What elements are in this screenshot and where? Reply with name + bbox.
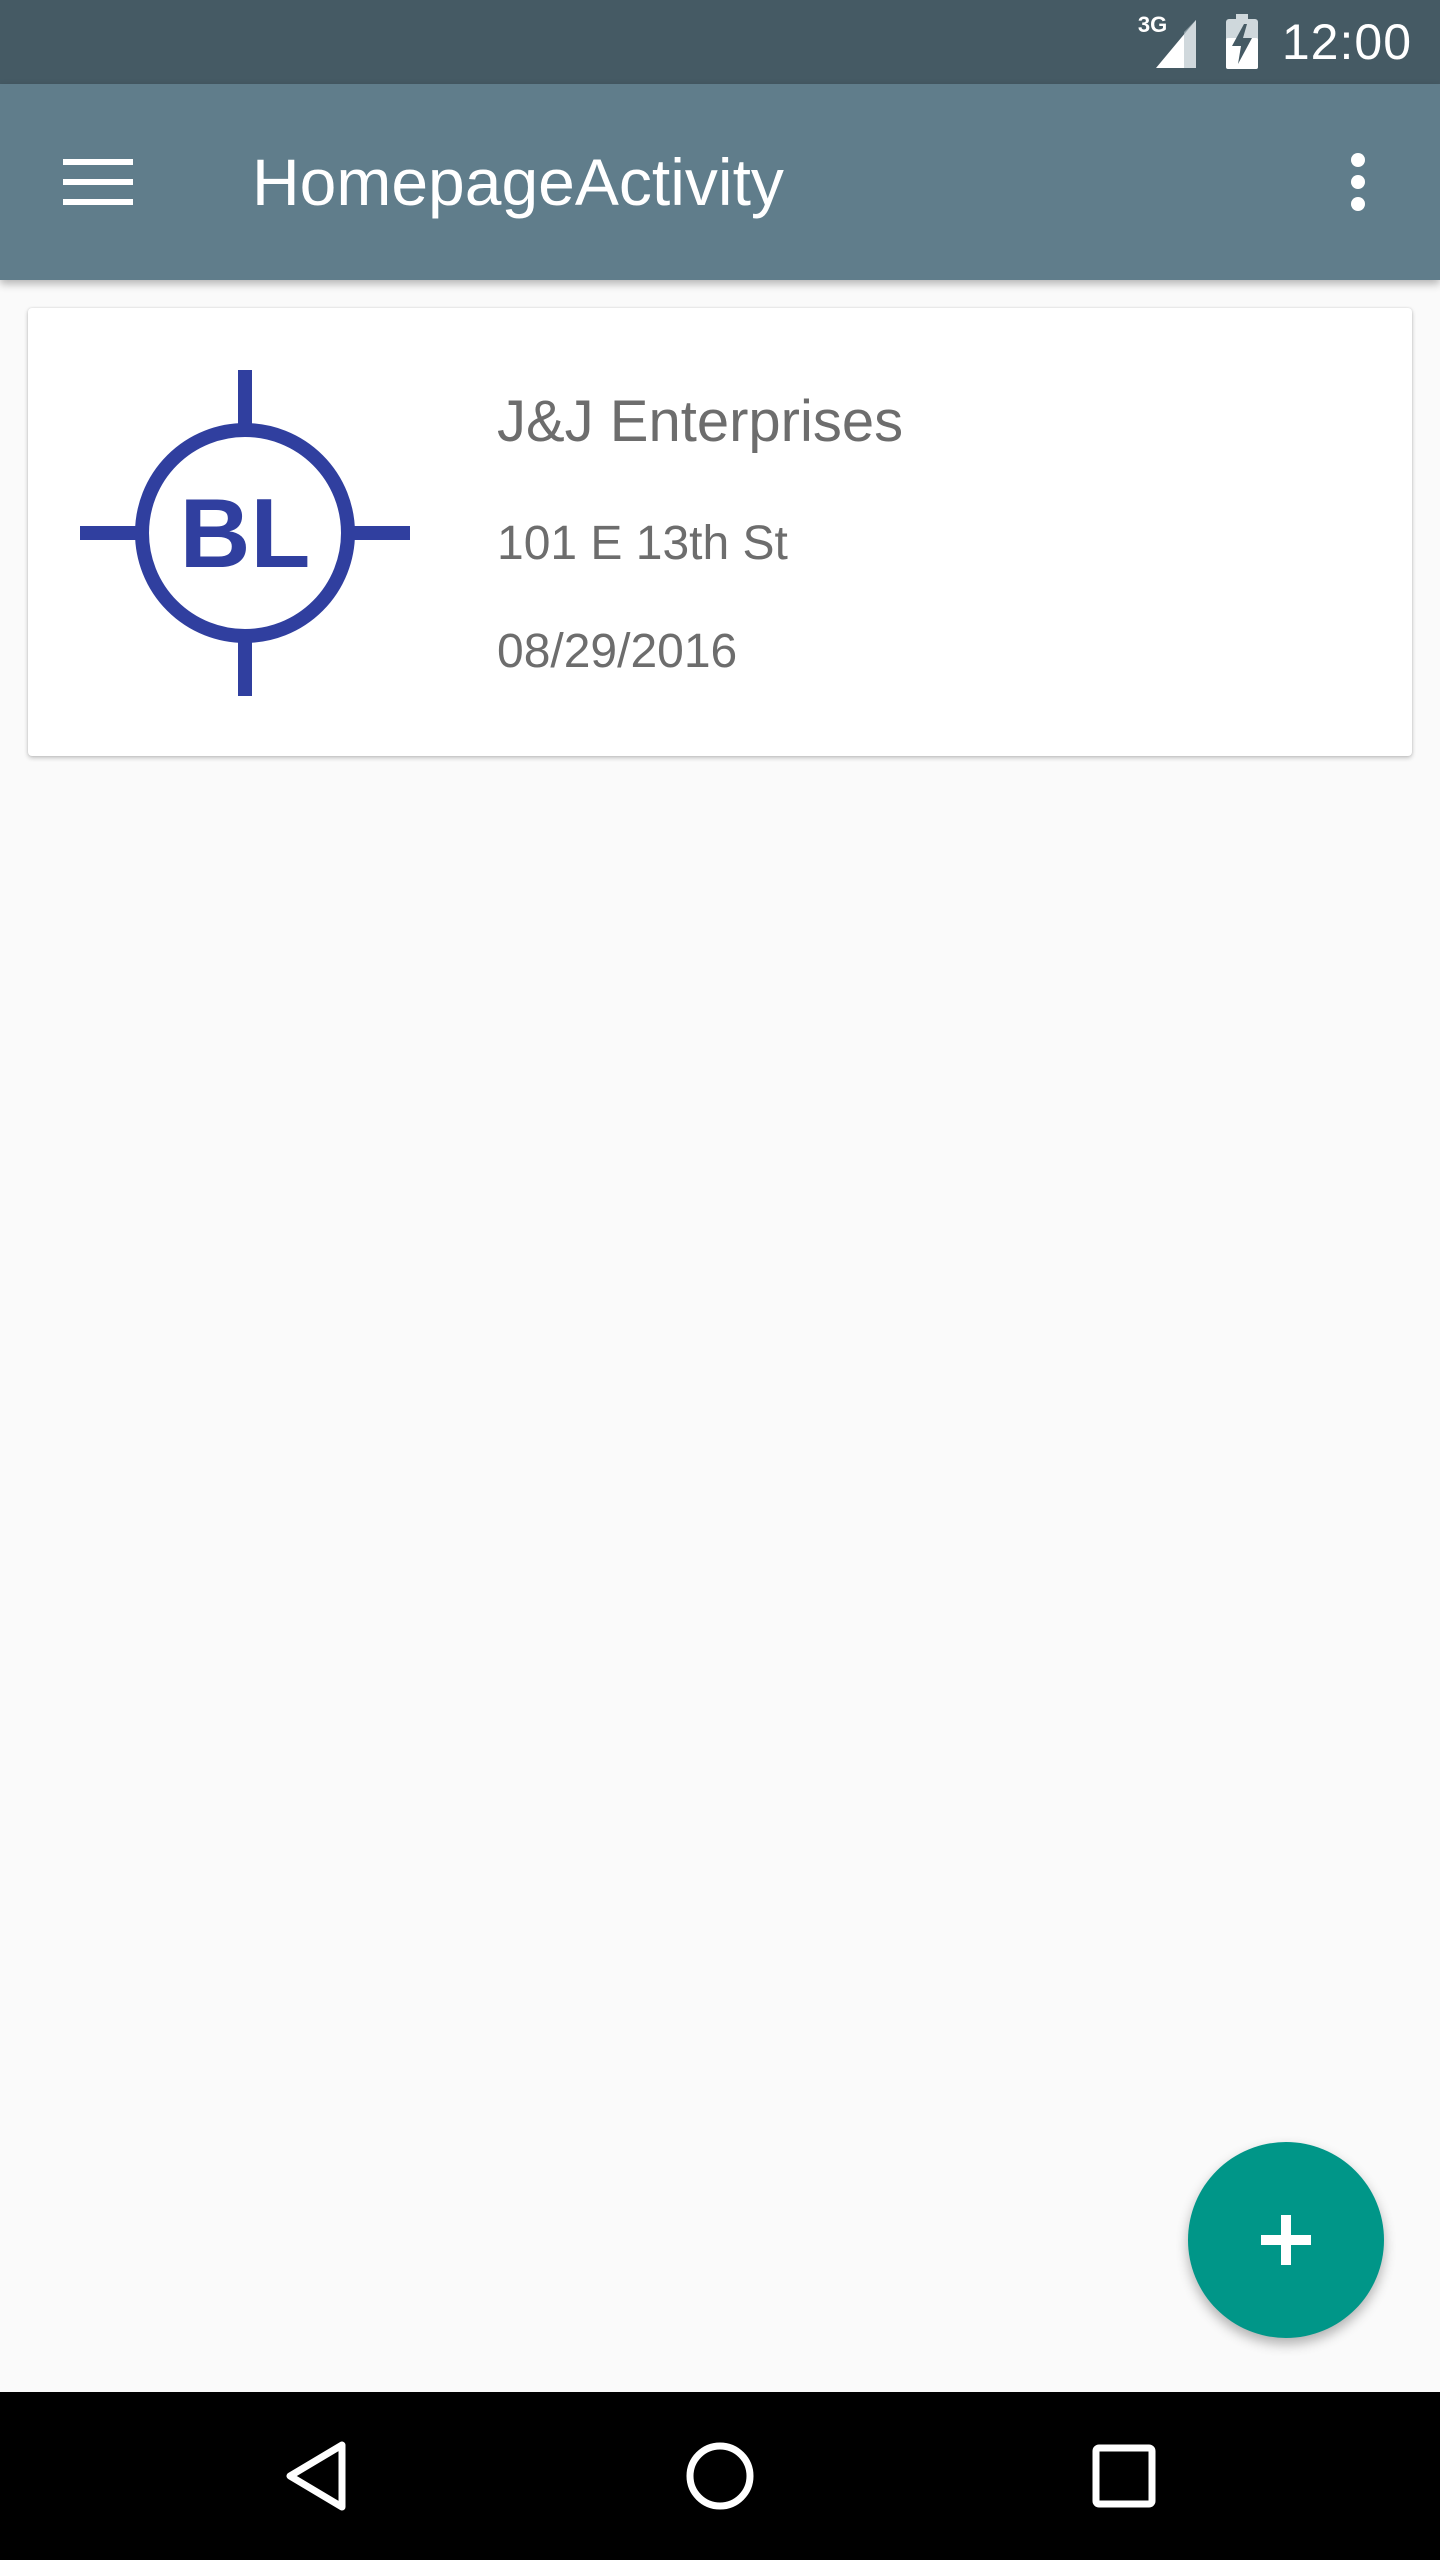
more-vert-icon	[1351, 153, 1365, 211]
business-date: 08/29/2016	[497, 625, 738, 678]
app-bar: HomepageActivity	[0, 84, 1440, 280]
add-icon	[1261, 2215, 1311, 2265]
overflow-menu-button[interactable]	[1316, 140, 1400, 224]
business-card[interactable]: BL J&J Enterprises 101 E 13th St 08/29/2…	[28, 308, 1412, 756]
business-logo: BL	[80, 370, 410, 696]
back-icon	[286, 2441, 346, 2511]
logo-text: BL	[180, 478, 311, 588]
add-button[interactable]	[1188, 2142, 1384, 2338]
signal-icon: 3G	[1138, 12, 1202, 72]
home-icon	[686, 2442, 754, 2510]
business-address: 101 E 13th St	[497, 517, 788, 570]
status-icons: 3G 12:00	[1138, 0, 1412, 84]
recents-icon	[1092, 2444, 1156, 2508]
status-bar: 3G 12:00	[0, 0, 1440, 84]
navigation-bar	[0, 2392, 1440, 2560]
home-button[interactable]	[660, 2416, 780, 2536]
network-type-label: 3G	[1137, 12, 1168, 37]
recents-button[interactable]	[1064, 2416, 1184, 2536]
back-button[interactable]	[256, 2416, 376, 2536]
menu-icon	[63, 159, 133, 205]
menu-button[interactable]	[56, 148, 140, 216]
page-title: HomepageActivity	[252, 145, 784, 219]
battery-charging-icon	[1224, 14, 1260, 70]
status-time: 12:00	[1281, 14, 1412, 70]
business-name: J&J Enterprises	[497, 389, 904, 454]
